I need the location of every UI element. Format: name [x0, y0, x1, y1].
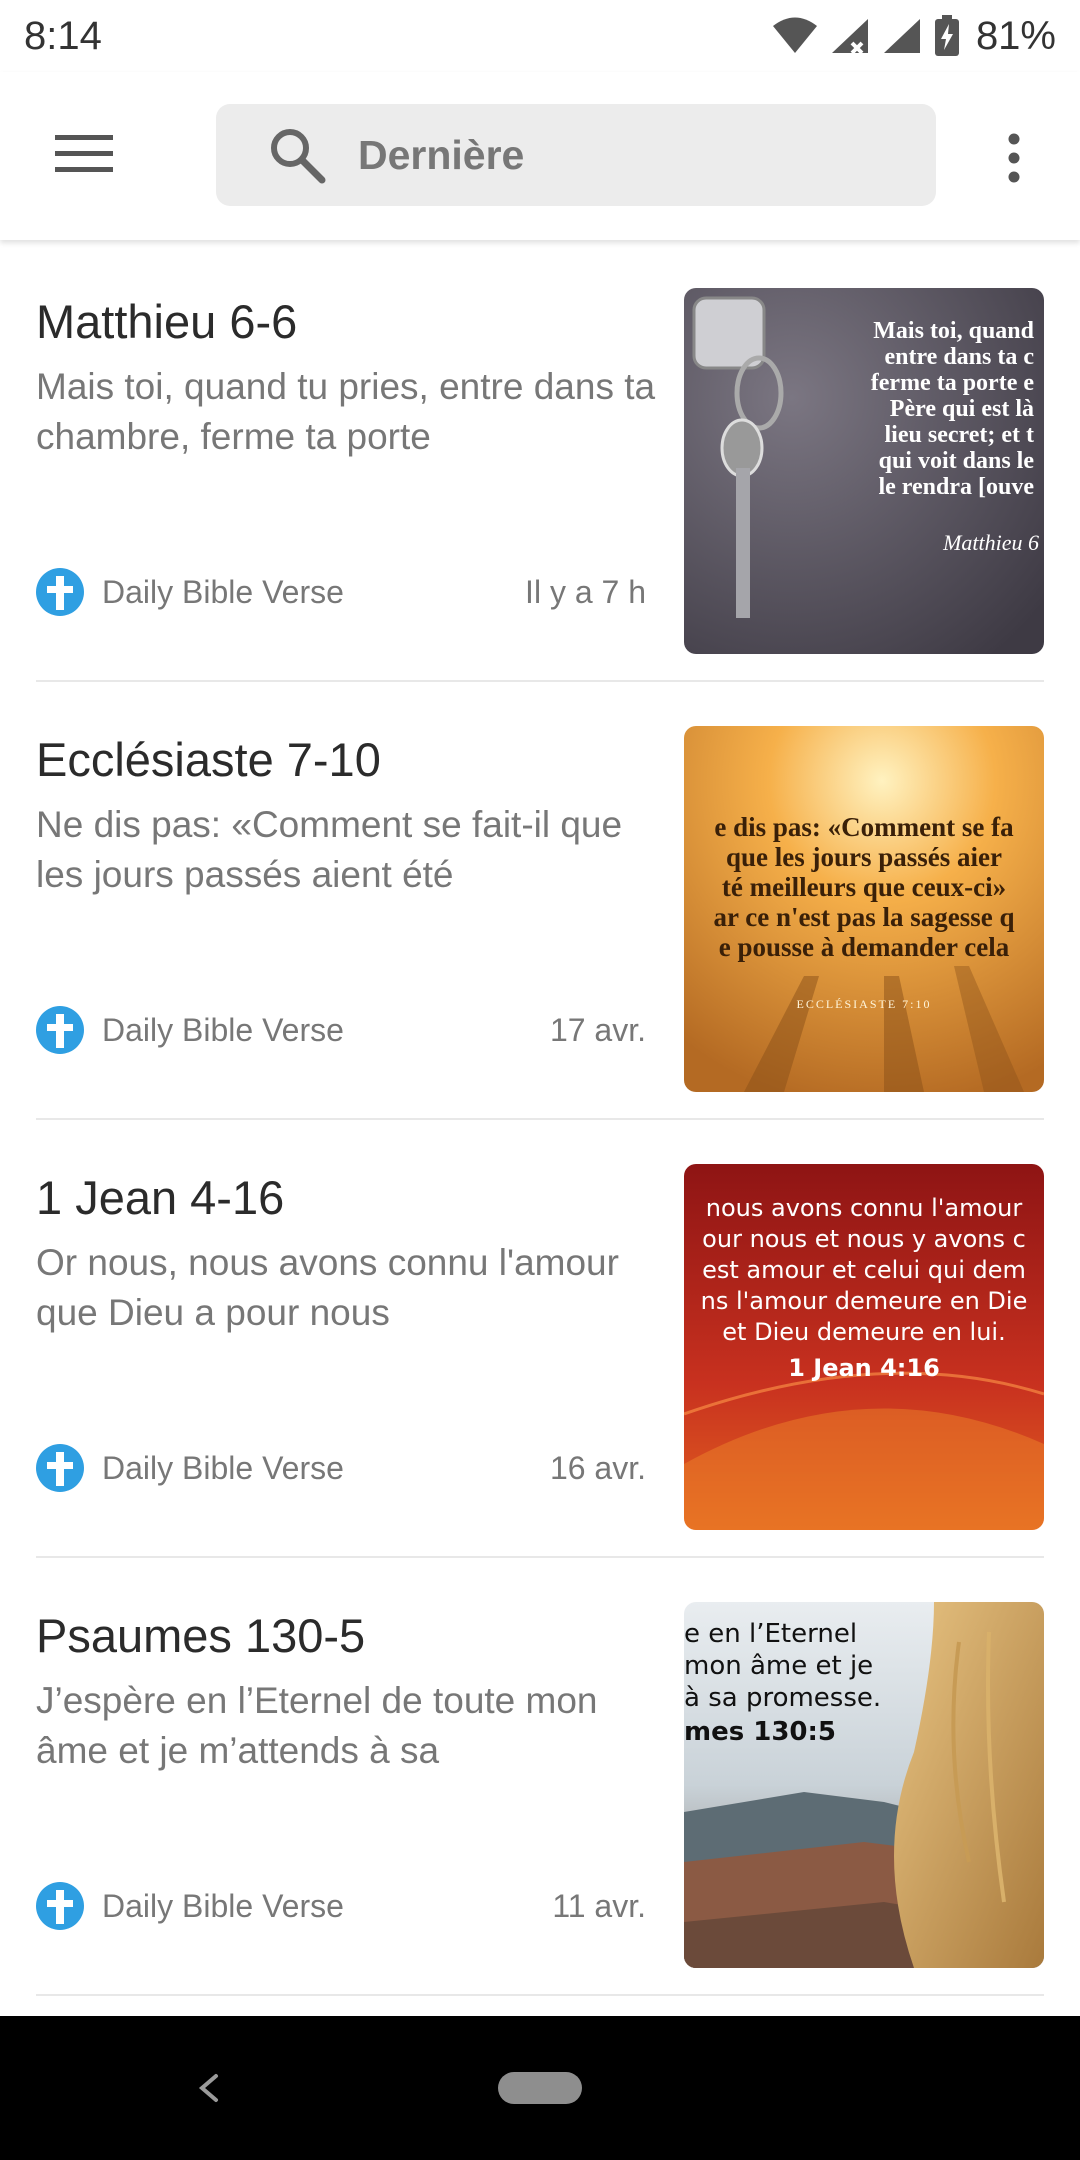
divider — [36, 1994, 1044, 1996]
thumb-text-line: ns l'amour demeure en Die — [701, 1287, 1028, 1315]
article-date: 11 avr. — [552, 1888, 646, 1924]
top-app-bar: Dernière — [0, 72, 1080, 240]
status-time: 8:14 — [24, 13, 102, 58]
cell-signal-icon — [883, 19, 920, 53]
thumb-text-line: nous avons connu l'amour — [706, 1194, 1023, 1222]
thumb-text-line: e pousse à demander cela — [719, 932, 1010, 962]
article-thumbnail: Mais toi, quand entre dans ta c ferme ta… — [684, 288, 1044, 654]
cross-icon — [36, 568, 84, 616]
article-snippet: Mais toi, quand tu pries, entre dans ta … — [36, 366, 656, 457]
more-vertical-icon — [1008, 133, 1020, 183]
wifi-icon — [772, 17, 817, 53]
article-title: Ecclésiaste 7-10 — [36, 733, 381, 786]
hamburger-menu-icon — [55, 135, 113, 172]
article-snippet: Or nous, nous avons connu l'amour que Di… — [36, 1242, 619, 1333]
cross-icon — [36, 1882, 84, 1930]
thumb-caption: ECCLÉSIASTE 7:10 — [796, 997, 931, 1011]
article-snippet: J’espère en l’Eternel de toute mon âme e… — [36, 1680, 598, 1771]
cross-icon — [36, 1006, 84, 1054]
thumb-caption: 1 Jean 4:16 — [788, 1354, 940, 1382]
thumb-text-line: le rendra [ouve — [878, 474, 1034, 500]
thumb-text-line: est amour et celui qui dem — [702, 1256, 1026, 1284]
battery-percent: 81% — [975, 13, 1056, 58]
thumb-text-line: Père qui est là — [890, 396, 1034, 422]
article-card[interactable]: Psaumes 130-5 J’espère en l’Eternel de t… — [0, 1558, 1080, 1996]
thumb-text-line: Mais toi, quand — [873, 318, 1034, 344]
thumb-text-line: à sa promesse. — [684, 1683, 881, 1713]
battery-charging-icon — [934, 15, 959, 56]
thumb-text-line: our nous et nous y avons c — [702, 1225, 1026, 1253]
article-card[interactable]: 1 Jean 4-16 Or nous, nous avons connu l'… — [0, 1120, 1080, 1558]
menu-button[interactable] — [48, 124, 120, 184]
back-chevron-icon[interactable] — [190, 2068, 230, 2108]
source-name: Daily Bible Verse — [102, 1888, 344, 1924]
search-bar[interactable]: Dernière — [216, 104, 936, 206]
article-card[interactable]: Ecclésiaste 7-10 Ne dis pas: «Comment se… — [0, 682, 1080, 1120]
thumb-text-line: que les jours passés aier — [726, 842, 1002, 872]
thumb-text-line: e en l’Eternel — [684, 1619, 857, 1649]
thumb-text-line: ferme ta porte e — [871, 370, 1035, 396]
thumb-caption: mes 130:5 — [684, 1717, 836, 1747]
article-title: Matthieu 6-6 — [36, 295, 298, 348]
status-bar: 8:14 81% — [0, 0, 1080, 72]
thumb-text-line: lieu secret; et t — [885, 422, 1034, 448]
thumb-text-line: et Dieu demeure en lui. — [722, 1318, 1005, 1346]
article-card[interactable]: Matthieu 6-6 Mais toi, quand tu pries, e… — [0, 244, 1080, 682]
article-title: 1 Jean 4-16 — [36, 1171, 285, 1224]
thumb-text-line: qui voit dans le — [879, 448, 1035, 474]
overflow-menu-button[interactable] — [990, 126, 1038, 190]
thumb-caption: Matthieu 6 — [942, 530, 1039, 555]
article-snippet: Ne dis pas: «Comment se fait-il que les … — [36, 804, 623, 895]
cross-icon — [36, 1444, 84, 1492]
thumb-text-line: entre dans ta c — [884, 344, 1034, 370]
article-thumbnail: nous avons connu l'amour our nous et nou… — [684, 1164, 1044, 1530]
search-query-text: Dernière — [358, 131, 525, 178]
thumb-text-line: ar ce n'est pas la sagesse q — [714, 902, 1015, 932]
source-name: Daily Bible Verse — [102, 574, 344, 610]
system-nav-bar — [0, 2016, 1080, 2160]
cell-signal-icon — [831, 19, 868, 55]
article-thumbnail: e en l’Eternel mon âme et je à sa promes… — [684, 1602, 1044, 1968]
thumb-text-line: té meilleurs que ceux-ci» — [722, 872, 1006, 902]
thumb-text-line: e dis pas: «Comment se fa — [714, 812, 1014, 842]
article-thumbnail: e dis pas: «Comment se fa que les jours … — [684, 726, 1044, 1092]
source-name: Daily Bible Verse — [102, 1012, 344, 1048]
article-title: Psaumes 130-5 — [36, 1609, 366, 1662]
source-name: Daily Bible Verse — [102, 1450, 344, 1486]
search-icon — [268, 125, 328, 185]
article-date: 17 avr. — [549, 1012, 646, 1048]
thumb-text-line: mon âme et je — [684, 1651, 873, 1681]
article-date: Il y a 7 h — [525, 574, 646, 610]
article-date: 16 avr. — [549, 1450, 646, 1486]
status-icons: 81% — [772, 14, 1056, 59]
home-pill-icon[interactable] — [498, 2072, 582, 2104]
